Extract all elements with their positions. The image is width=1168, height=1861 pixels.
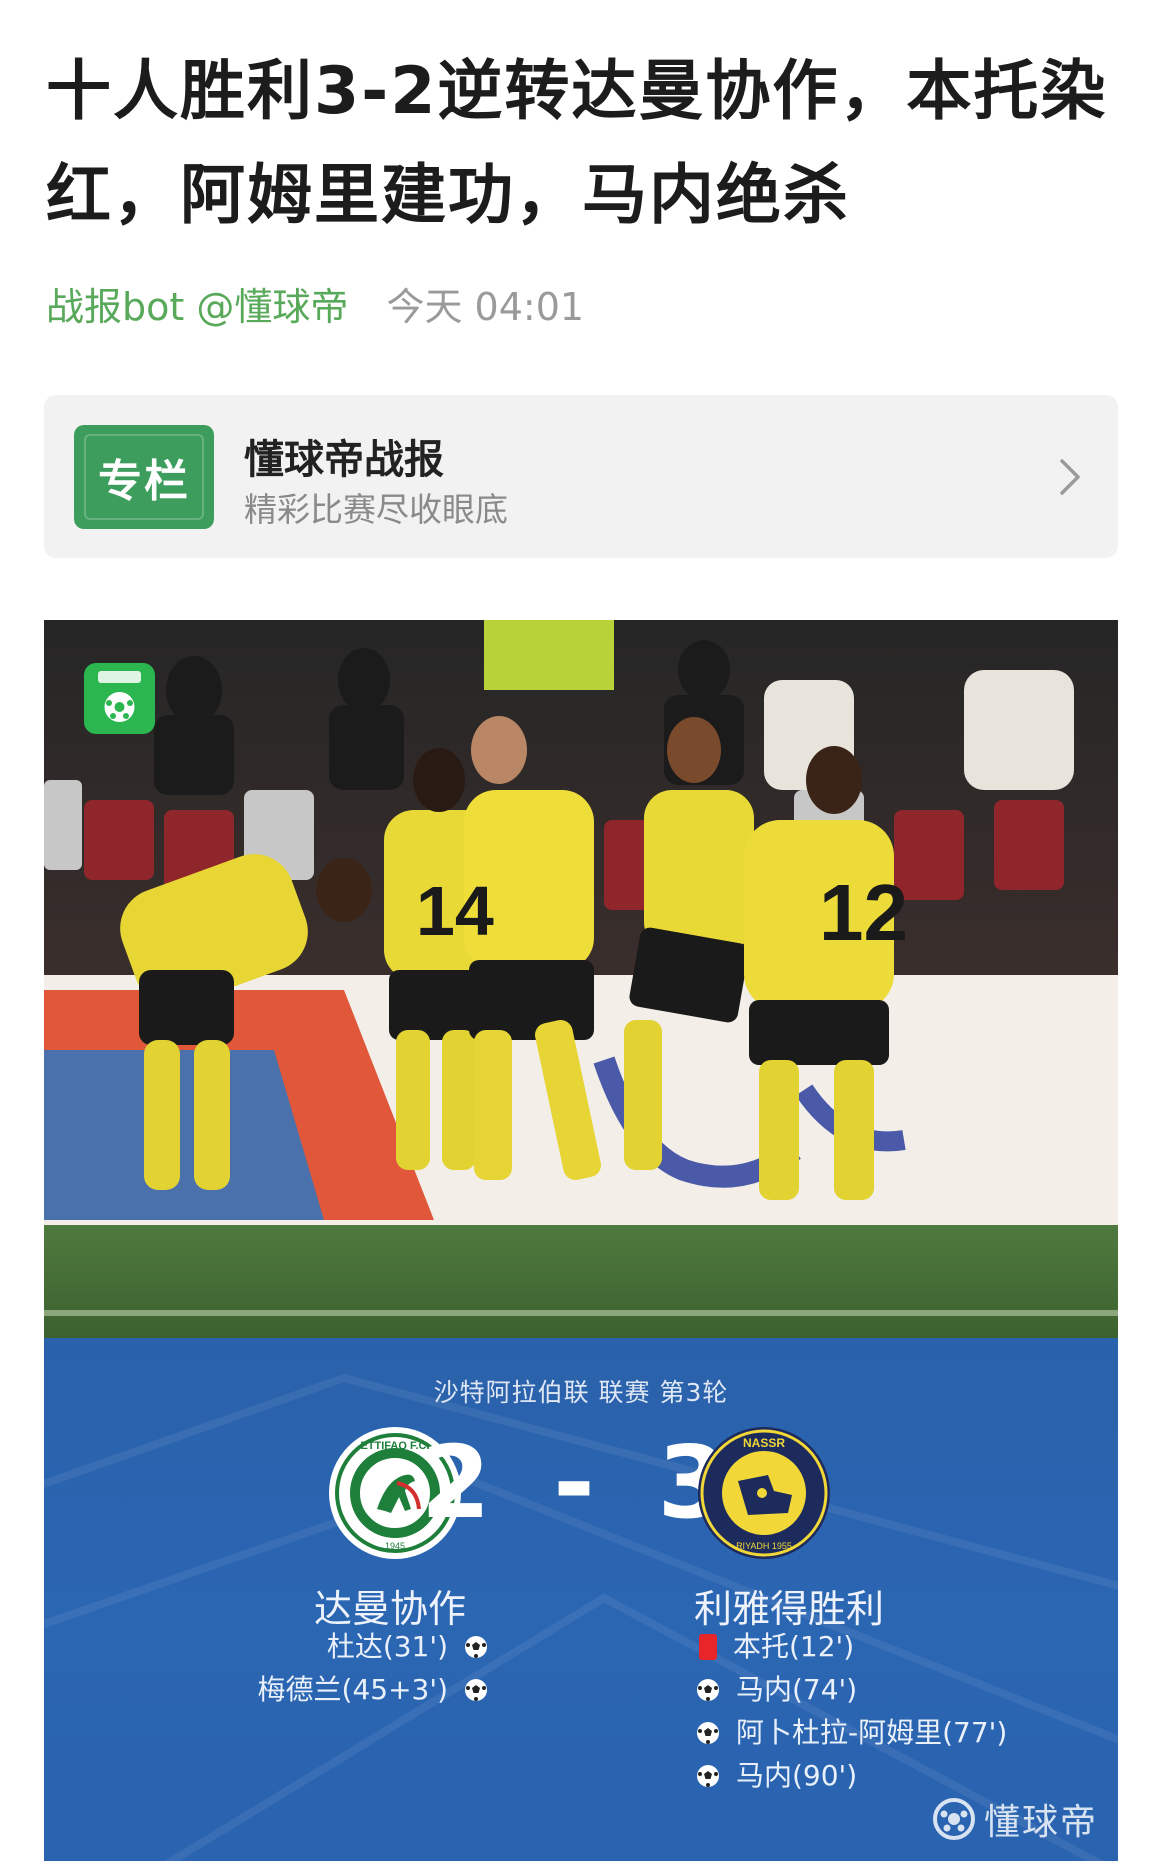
dongqiudi-logo-icon [932, 1798, 975, 1840]
away-events: 本托(12') 马内(74') 阿卜杜拉-阿姆里(77') 马内(90') [696, 1625, 1007, 1797]
article-meta: 战报bot @懂球帝 今天 04:01 [46, 284, 584, 330]
svg-text:NASSR: NASSR [743, 1436, 785, 1450]
column-name: 懂球帝战报 [244, 437, 444, 483]
author-link[interactable]: 战报bot @懂球帝 [46, 285, 348, 329]
publish-time: 今天 04:01 [386, 285, 585, 329]
event-text: 杜达(31') [326, 1630, 448, 1663]
column-badge-label: 专栏 [98, 456, 190, 507]
event-text: 梅德兰(45+3') [257, 1673, 448, 1706]
match-image[interactable]: 12 14 沙特阿拉伯联 联赛 第3轮 ETTIFAQ F.C. 1945 2 … [44, 620, 1118, 1861]
score-panel: 沙特阿拉伯联 联赛 第3轮 ETTIFAQ F.C. 1945 2 - 3 NA… [44, 1338, 1118, 1861]
column-badge: 专栏 [74, 425, 214, 529]
column-card[interactable]: 专栏 懂球帝战报 精彩比赛尽收眼底 [44, 395, 1118, 558]
away-event: 马内(74') [696, 1668, 1007, 1711]
svg-text:12: 12 [819, 868, 908, 957]
final-score: 2 - 3 [420, 1424, 742, 1541]
article-title: 十人胜利3-2逆转达曼协作，本托染红，阿姆里建功，马内绝杀 [46, 54, 1108, 233]
home-events: 杜达(31') 梅德兰(45+3') [258, 1625, 488, 1711]
red-card-icon [699, 1633, 717, 1660]
watermark: 懂球帝 [932, 1793, 1098, 1845]
event-text: 马内(90') [736, 1759, 858, 1792]
svg-text:RIYADH 1955: RIYADH 1955 [736, 1541, 792, 1551]
goal-ball-icon [697, 1721, 719, 1744]
goal-ball-icon [465, 1635, 487, 1658]
away-event: 马内(90') [696, 1754, 1007, 1797]
home-event: 梅德兰(45+3') [258, 1668, 488, 1711]
event-text: 马内(74') [736, 1673, 858, 1706]
chevron-right-icon[interactable] [1050, 455, 1090, 499]
away-event: 阿卜杜拉-阿姆里(77') [696, 1711, 1007, 1754]
goal-ball-icon [697, 1764, 719, 1787]
goal-ball-icon [465, 1678, 487, 1701]
nassr-crest-icon: NASSR RIYADH 1955 [698, 1427, 830, 1559]
watermark-text: 懂球帝 [983, 1802, 1098, 1843]
column-description: 精彩比赛尽收眼底 [244, 490, 508, 529]
celebration-photo: 12 14 [44, 620, 1118, 1338]
event-text: 阿卜杜拉-阿姆里(77') [736, 1716, 1008, 1749]
svg-text:14: 14 [416, 872, 494, 950]
goal-ball-icon [697, 1678, 719, 1701]
app-logo-badge [84, 663, 155, 734]
event-text: 本托(12') [733, 1630, 855, 1663]
away-event: 本托(12') [696, 1625, 1007, 1668]
league-round: 沙特阿拉伯联 联赛 第3轮 [433, 1378, 729, 1407]
home-event: 杜达(31') [258, 1625, 488, 1668]
